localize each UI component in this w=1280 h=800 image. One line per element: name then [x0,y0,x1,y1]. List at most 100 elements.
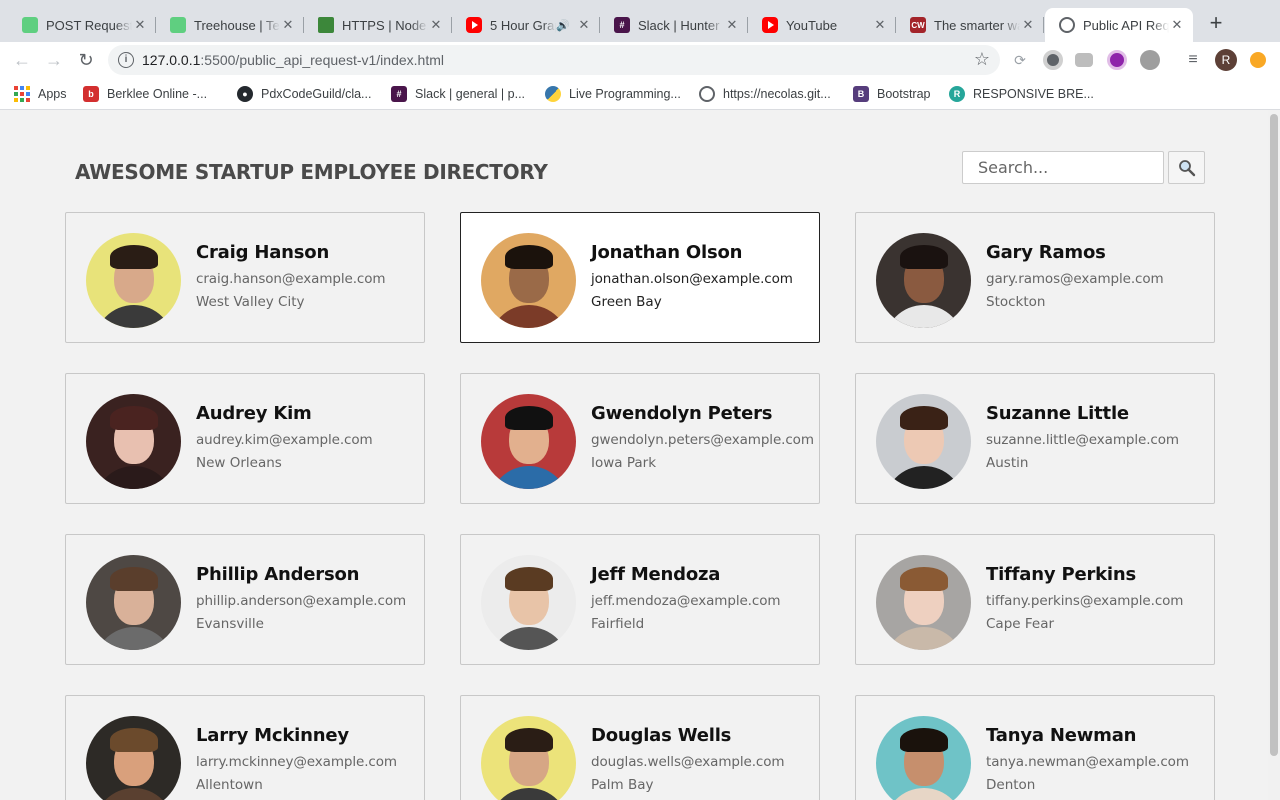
extension-icon[interactable] [1043,50,1063,70]
extension-icon[interactable] [1250,52,1266,68]
avatar-hair [900,567,948,591]
bootstrap-icon: B [853,86,869,102]
close-icon[interactable]: ✕ [280,17,296,33]
tab-3[interactable]: 5 Hour Graphic 🔊 ✕ [452,8,600,42]
avatar [481,555,576,650]
avatar-hair [110,406,158,430]
globe-icon [1059,17,1075,33]
employee-name: Suzanne Little [986,403,1129,424]
employee-card[interactable]: Douglas Wells douglas.wells@example.com Pa… [460,695,820,800]
tab-title: POST Requests [46,17,132,33]
search-icon [1178,159,1195,176]
close-icon[interactable]: ✕ [872,17,888,33]
tab-0[interactable]: POST Requests ✕ [8,8,156,42]
github-icon: ● [237,86,253,102]
employee-email: craig.hanson@example.com [196,271,386,287]
employee-city: Cape Fear [986,616,1055,632]
bookmark-berklee[interactable]: b Berklee Online -... [83,85,207,103]
reading-list-icon[interactable]: ≡ [1183,50,1203,70]
tab-title: HTTPS | Node.js [342,17,428,33]
employee-email: gary.ramos@example.com [986,271,1164,287]
back-icon[interactable]: ← [10,48,34,72]
bookmark-bootstrap[interactable]: B Bootstrap [853,85,931,103]
avatar [481,716,576,800]
reload-icon[interactable]: ↻ [74,48,98,72]
employee-card[interactable]: Gwendolyn Peters gwendolyn.peters@example… [460,373,820,504]
tab-2[interactable]: HTTPS | Node.js ✕ [304,8,452,42]
employee-name: Phillip Anderson [196,564,360,585]
employee-card[interactable]: Tanya Newman tanya.newman@example.com Dent… [855,695,1215,800]
close-icon[interactable]: ✕ [132,17,148,33]
scrollbar-thumb[interactable] [1270,114,1278,756]
url-text[interactable]: 127.0.0.1:5500/public_api_request-v1/ind… [142,52,444,68]
youtube-icon [466,17,482,33]
employee-name: Tiffany Perkins [986,564,1137,585]
employee-card[interactable]: Suzanne Little suzanne.little@example.com… [855,373,1215,504]
close-icon[interactable]: ✕ [1169,17,1185,33]
tab-title: Slack | Hunter [638,17,720,33]
avatar [86,716,181,800]
page-scrollbar[interactable] [1268,110,1280,800]
speaker-icon[interactable]: 🔊 [556,19,570,32]
close-icon[interactable]: ✕ [1020,17,1036,33]
extension-icon[interactable] [1107,50,1127,70]
employee-card[interactable]: Craig Hanson craig.hanson@example.com West… [65,212,425,343]
avatar-body [884,305,964,328]
tab-1[interactable]: Treehouse | Team ✕ [156,8,304,42]
avatar [481,233,576,328]
employee-name: Craig Hanson [196,242,330,263]
search-input[interactable] [962,151,1164,184]
close-icon[interactable]: ✕ [724,17,740,33]
tab-4[interactable]: # Slack | Hunter ✕ [600,8,748,42]
bookmark-slack[interactable]: # Slack | general | p... [391,85,525,103]
employee-name: Gary Ramos [986,242,1106,263]
employee-card[interactable]: Jonathan Olson jonathan.olson@example.com… [460,212,820,343]
employee-card[interactable]: Larry Mckinney larry.mckinney@example.com… [65,695,425,800]
tab-7-active[interactable]: Public API Request ✕ [1045,8,1193,42]
tab-5[interactable]: YouTube ✕ [748,8,896,42]
close-icon[interactable]: ✕ [428,17,444,33]
close-icon[interactable]: ✕ [576,17,592,33]
search-button[interactable] [1168,151,1205,184]
bookmark-necolas[interactable]: https://necolas.git... [699,85,831,103]
tab-strip: POST Requests ✕ Treehouse | Team ✕ HTTPS… [0,0,1280,42]
extension-icon[interactable]: ⟳ [1010,50,1030,70]
bookmark-github[interactable]: ● PdxCodeGuild/cla... [237,85,371,103]
bookmark-apps[interactable]: Apps [14,85,67,103]
avatar [86,233,181,328]
avatar-body [489,627,569,650]
bookmark-label: Apps [38,87,67,101]
avatar-body [884,627,964,650]
employee-card[interactable]: Jeff Mendoza jeff.mendoza@example.com Fair… [460,534,820,665]
employee-card[interactable]: Phillip Anderson phillip.anderson@example… [65,534,425,665]
tab-6[interactable]: CW The smarter way ✕ [896,8,1044,42]
bookmark-label: PdxCodeGuild/cla... [261,87,372,101]
employee-card[interactable]: Audrey Kim audrey.kim@example.com New Orle… [65,373,425,504]
extension-icon[interactable] [1140,50,1160,70]
employee-card[interactable]: Gary Ramos gary.ramos@example.com Stockton [855,212,1215,343]
bookmark-responsive[interactable]: R RESPONSIVE BRE... [949,85,1094,103]
avatar-hair [110,728,158,752]
info-icon[interactable]: i [118,52,134,68]
star-icon[interactable]: ☆ [974,49,990,70]
profile-avatar[interactable]: R [1215,49,1237,71]
employee-email: jeff.mendoza@example.com [591,593,781,609]
tab-title: 5 Hour Graphic [490,17,556,33]
address-bar[interactable]: i 127.0.0.1:5500/public_api_request-v1/i… [108,45,1000,75]
berklee-icon: b [83,86,99,102]
cw-icon: CW [910,17,926,33]
employee-email: tanya.newman@example.com [986,754,1189,770]
treehouse-icon [170,17,186,33]
new-tab-button[interactable]: + [1204,12,1228,36]
bookmark-label: Slack | general | p... [415,87,526,101]
tab-title: YouTube [786,17,838,33]
slack-icon: # [614,17,630,33]
employee-email: douglas.wells@example.com [591,754,785,770]
tab-title: Treehouse | Team [194,17,280,33]
bookmark-python[interactable]: Live Programming... [545,85,681,103]
avatar-hair [505,406,553,430]
employee-card[interactable]: Tiffany Perkins tiffany.perkins@example.c… [855,534,1215,665]
extension-icon[interactable] [1075,53,1093,67]
employee-email: audrey.kim@example.com [196,432,373,448]
forward-icon[interactable]: → [42,48,66,72]
